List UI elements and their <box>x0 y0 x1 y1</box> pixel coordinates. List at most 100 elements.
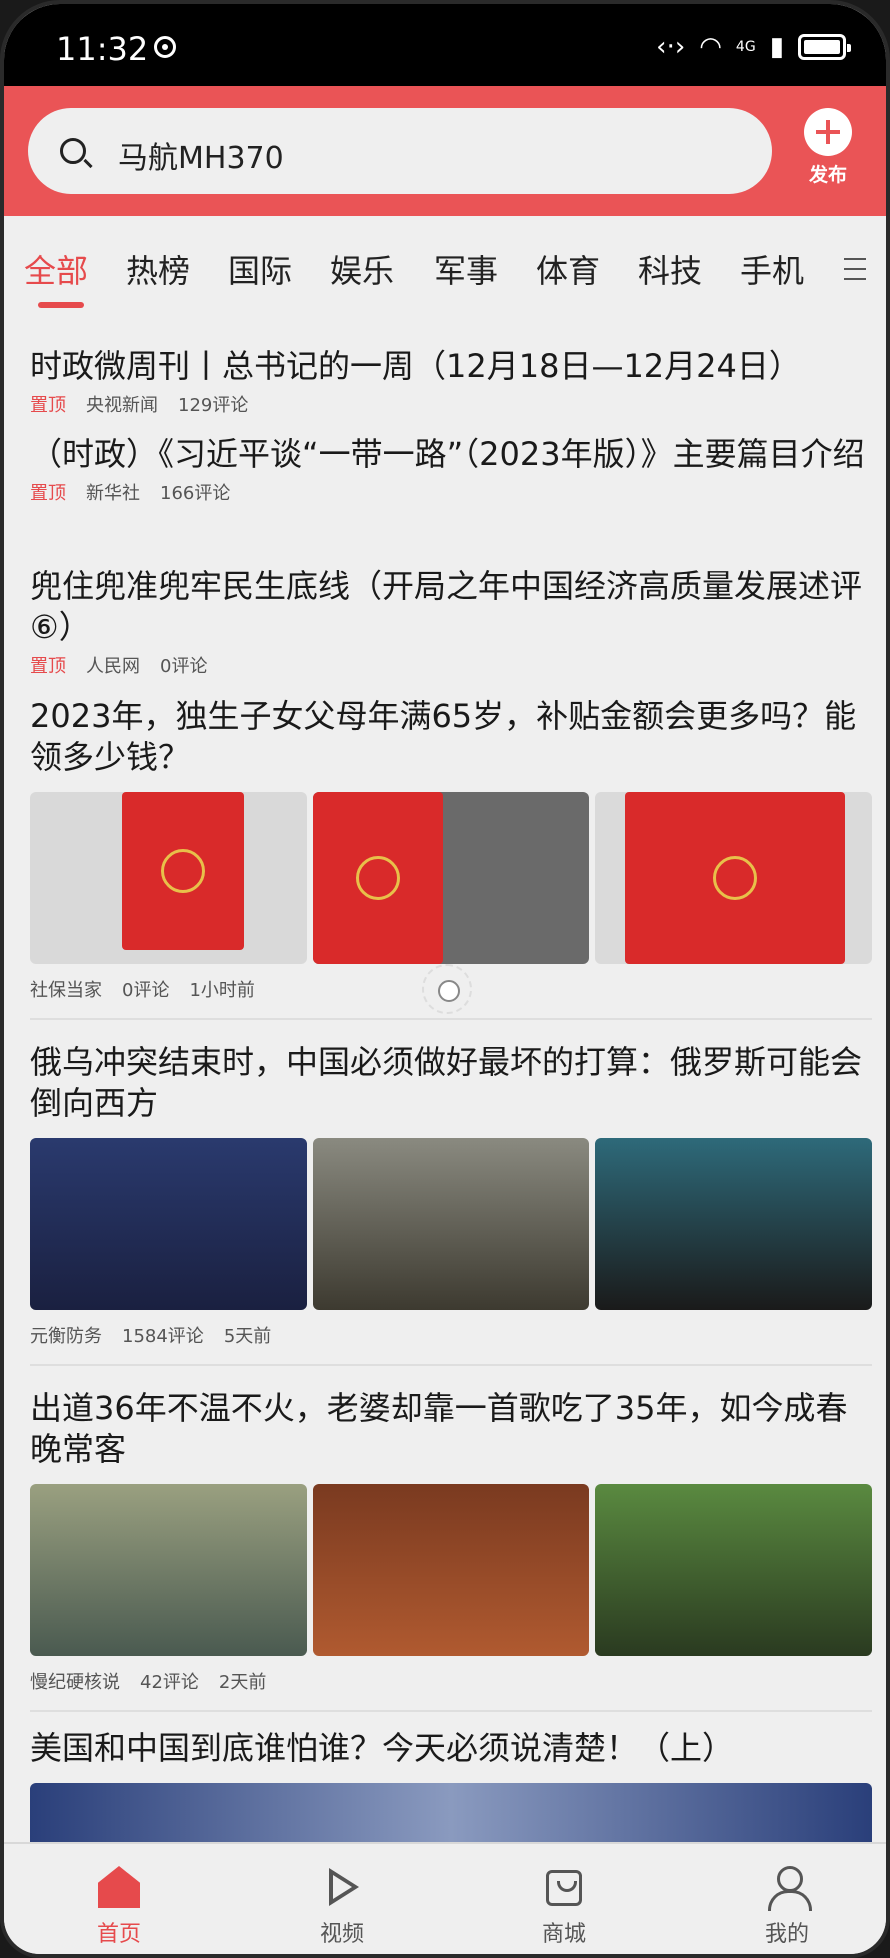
news-title: 2023年，独生子女父母年满65岁，补贴金额会更多吗？能领多少钱？ <box>30 697 857 776</box>
news-item[interactable]: 时政微周刊丨总书记的一周（12月18日—12月24日） 置顶 央视新闻 129评… <box>30 346 872 417</box>
news-comments: 129评论 <box>178 395 249 416</box>
news-image <box>312 1484 590 1656</box>
nav-video[interactable]: 视频 <box>302 1866 382 1948</box>
news-item[interactable]: 美国和中国到底谁怕谁？今天必须说清楚！（上） <box>30 1728 872 1844</box>
nav-me[interactable]: 我的 <box>747 1866 827 1948</box>
active-tab-indicator <box>38 302 84 308</box>
publish-button[interactable]: 发布 <box>800 108 856 187</box>
phone-screen: 11:32 ‹·› ◠ 4G ▮ 马航MH370 发布 全部 热榜 国际 娱乐 … <box>0 0 890 1958</box>
wifi-icon: ◠ <box>699 32 722 62</box>
news-comments: 0评论 <box>160 656 208 677</box>
news-title: 美国和中国到底谁怕谁？今天必须说清楚！（上） <box>30 1729 735 1767</box>
news-title: 兜住兜准兜牢民生底线（开局之年中国经济高质量发展述评⑥） <box>30 567 863 646</box>
news-source: 慢纪硬核说 <box>30 1672 120 1693</box>
plus-icon <box>804 108 852 156</box>
news-meta: 元衡防务 1584评论 5天前 <box>30 1322 872 1348</box>
nav-home[interactable]: 首页 <box>79 1866 159 1948</box>
certificate-image <box>625 792 846 964</box>
news-image <box>595 1484 873 1656</box>
location-icon <box>154 36 177 58</box>
news-image <box>30 792 307 964</box>
news-item[interactable]: 出道36年不温不火，老婆却靠一首歌吃了35年，如今成春晚常客 慢纪硬核说 42评… <box>30 1388 873 1694</box>
news-images <box>30 1138 873 1310</box>
news-meta: 置顶 央视新闻 129评论 <box>30 391 872 417</box>
tab-international[interactable]: 国际 <box>228 246 292 292</box>
news-time: 1小时前 <box>189 980 255 1001</box>
tab-hot[interactable]: 热榜 <box>126 246 190 292</box>
touch-cursor-indicator <box>422 964 472 1014</box>
status-bar: 11:32 ‹·› ◠ 4G ▮ <box>4 4 886 86</box>
news-time: 5天前 <box>223 1326 272 1347</box>
news-source: 元衡防务 <box>30 1326 102 1347</box>
news-comments: 42评论 <box>140 1672 199 1693</box>
bottom-navigation: 首页 视频 商城 我的 <box>4 1842 886 1954</box>
nav-mall[interactable]: 商城 <box>524 1866 604 1948</box>
certificate-image <box>122 792 244 950</box>
news-item[interactable]: 俄乌冲突结束时，中国必须做好最坏的打算：俄罗斯可能会倒向西方 元衡防务 1584… <box>30 1042 873 1348</box>
category-tabs: 全部 热榜 国际 娱乐 军事 体育 科技 手机 <box>4 216 886 314</box>
nav-home-label: 首页 <box>96 1922 141 1947</box>
signal-icon: ▮ <box>769 32 784 62</box>
news-meta: 慢纪硬核说 42评论 2天前 <box>30 1668 872 1694</box>
divider <box>30 1364 872 1366</box>
news-image <box>595 1138 873 1310</box>
tab-entertainment[interactable]: 娱乐 <box>330 246 394 292</box>
news-title: （时政）《习近平谈“一带一路”（2023年版）》主要篇目介绍 <box>30 435 865 473</box>
news-feed: 时政微周刊丨总书记的一周（12月18日—12月24日） 置顶 央视新闻 129评… <box>4 314 886 1844</box>
pinned-badge: 置顶 <box>30 395 66 416</box>
tab-all[interactable]: 全部 <box>24 246 88 292</box>
news-meta: 置顶 人民网 0评论 <box>30 652 872 678</box>
network-label: 4G <box>735 39 756 55</box>
home-icon <box>98 1866 140 1908</box>
news-title: 俄乌冲突结束时，中国必须做好最坏的打算：俄罗斯可能会倒向西方 <box>30 1043 863 1122</box>
header: 马航MH370 发布 <box>4 86 886 216</box>
tab-military[interactable]: 军事 <box>434 246 498 292</box>
news-item[interactable]: 兜住兜准兜牢民生底线（开局之年中国经济高质量发展述评⑥） 置顶 人民网 0评论 <box>30 566 872 678</box>
search-input[interactable]: 马航MH370 <box>118 133 284 177</box>
user-icon <box>766 1866 812 1911</box>
news-meta: 置顶 新华社 166评论 <box>30 479 872 505</box>
video-icon <box>321 1866 363 1908</box>
news-image <box>595 792 873 964</box>
search-icon <box>60 138 86 164</box>
news-source: 社保当家 <box>30 980 102 1001</box>
news-image <box>30 1138 307 1310</box>
tab-phone[interactable]: 手机 <box>740 246 804 292</box>
nav-me-label: 我的 <box>764 1922 809 1947</box>
news-images <box>30 1783 872 1844</box>
news-image <box>312 792 590 964</box>
news-title: 时政微周刊丨总书记的一周（12月18日—12月24日） <box>30 347 801 385</box>
news-source: 人民网 <box>86 656 140 677</box>
news-item[interactable]: （时政）《习近平谈“一带一路”（2023年版）》主要篇目介绍 置顶 新华社 16… <box>30 434 872 505</box>
bag-icon <box>546 1870 582 1906</box>
search-bar[interactable]: 马航MH370 <box>28 108 772 194</box>
menu-icon[interactable] <box>844 258 866 288</box>
tab-tech[interactable]: 科技 <box>638 246 702 292</box>
pinned-badge: 置顶 <box>30 656 66 677</box>
status-icons: ‹·› ◠ 4G ▮ <box>656 32 851 62</box>
pinned-badge: 置顶 <box>30 483 66 504</box>
news-source: 新华社 <box>86 483 140 504</box>
data-transfer-icon: ‹·› <box>656 32 686 62</box>
news-images <box>30 1484 873 1656</box>
news-image <box>312 1138 590 1310</box>
divider <box>30 1710 872 1712</box>
divider <box>30 1018 872 1020</box>
nav-video-label: 视频 <box>319 1922 364 1947</box>
battery-icon <box>798 34 851 60</box>
news-title: 出道36年不温不火，老婆却靠一首歌吃了35年，如今成春晚常客 <box>30 1389 848 1468</box>
news-comments: 166评论 <box>160 483 231 504</box>
news-source: 央视新闻 <box>86 395 158 416</box>
news-image <box>30 1783 872 1844</box>
news-time: 2天前 <box>218 1672 267 1693</box>
publish-label: 发布 <box>808 164 847 186</box>
tab-sports[interactable]: 体育 <box>536 246 600 292</box>
news-comments: 0评论 <box>122 980 170 1001</box>
news-image <box>30 1484 307 1656</box>
news-images <box>30 792 873 964</box>
news-item[interactable]: 2023年，独生子女父母年满65岁，补贴金额会更多吗？能领多少钱？ 社保当家 0… <box>30 696 873 1002</box>
nav-mall-label: 商城 <box>541 1922 586 1947</box>
status-time: 11:32 <box>56 30 177 68</box>
news-comments: 1584评论 <box>122 1326 204 1347</box>
certificate-image <box>312 792 443 964</box>
